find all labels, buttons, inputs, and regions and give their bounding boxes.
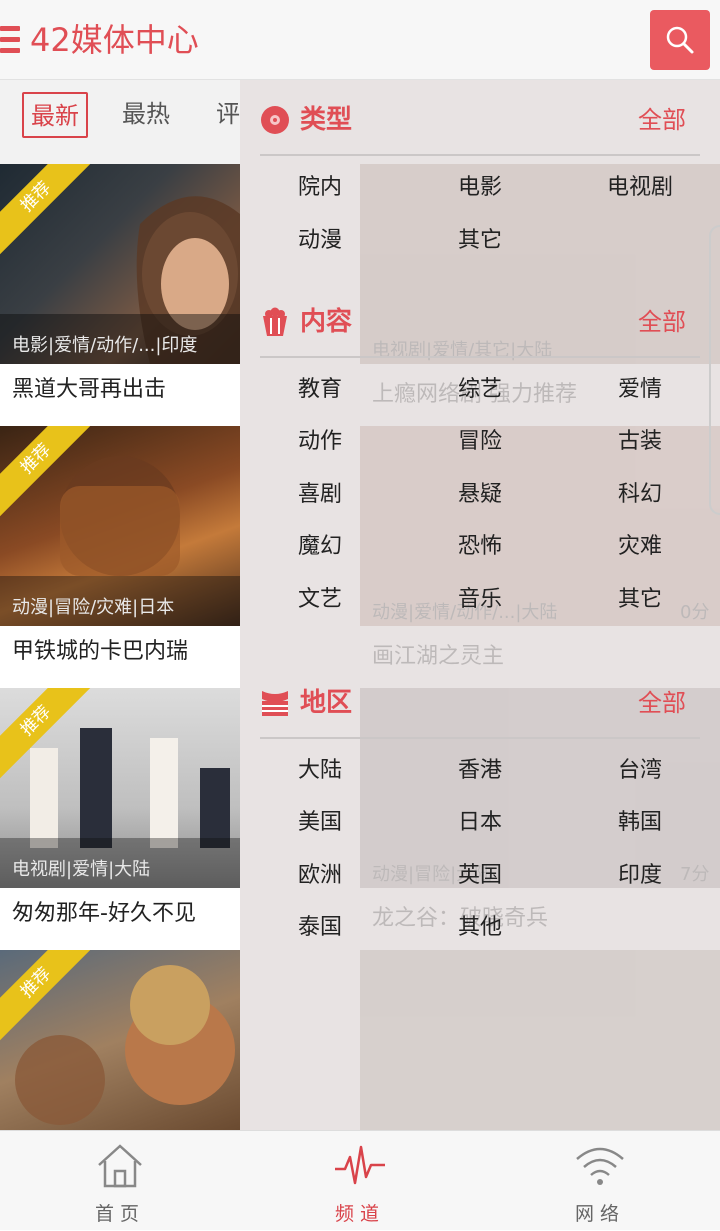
region-option[interactable]: 日本: [420, 807, 540, 839]
region-option[interactable]: 美国: [260, 807, 380, 839]
type-option[interactable]: 动漫: [260, 225, 380, 257]
section-content-header: 内容 全部: [260, 288, 700, 358]
app-title: 42媒体中心: [30, 21, 199, 59]
nav-channel[interactable]: 频道: [240, 1131, 480, 1231]
app-header: 42媒体中心: [0, 0, 720, 80]
type-option[interactable]: 电影: [420, 172, 540, 204]
search-icon: [666, 26, 694, 54]
section-region-title: 地区: [300, 688, 353, 718]
content-option[interactable]: 爱情: [580, 374, 700, 406]
tab-latest[interactable]: 最新: [22, 92, 88, 138]
panel-scroll-handle[interactable]: [709, 225, 720, 515]
video-title[interactable]: 甲铁城的卡巴内瑞: [0, 626, 240, 688]
content-option[interactable]: 文艺: [260, 584, 380, 616]
content-option[interactable]: 动作: [260, 426, 380, 458]
section-region-header: 地区 全部: [260, 669, 700, 739]
content-option[interactable]: 古装: [580, 426, 700, 458]
video-title[interactable]: 黑道大哥再出击: [0, 364, 240, 426]
content-option[interactable]: 其它: [580, 584, 700, 616]
section-type-title: 类型: [300, 105, 353, 135]
region-option[interactable]: 印度: [580, 860, 700, 892]
bg-title: 画江湖之灵主: [372, 644, 505, 669]
section-content-title: 内容: [300, 307, 353, 337]
region-option[interactable]: 其他: [420, 912, 540, 944]
content-option[interactable]: 音乐: [420, 584, 540, 616]
tab-hottest[interactable]: 最热: [122, 92, 170, 138]
video-list: 推荐 电影|爱情/动作/...|印度 黑道大哥再出击 推荐 动漫|冒险/灾难|日…: [0, 164, 240, 1130]
region-option[interactable]: 英国: [420, 860, 540, 892]
nav-network-label: 网络: [574, 1203, 625, 1225]
type-option[interactable]: 电视剧: [580, 172, 700, 204]
section-type-header: 类型 全部: [260, 86, 700, 156]
video-caption: 电视剧|爱情|大陆: [12, 859, 151, 880]
content-option[interactable]: 科幻: [580, 479, 700, 511]
type-option[interactable]: 院内: [260, 172, 380, 204]
region-option[interactable]: 大陆: [260, 755, 380, 787]
bottom-nav: 首页 频道 网络: [0, 1130, 720, 1230]
popcorn-icon: [263, 307, 287, 336]
home-icon: [98, 1144, 142, 1188]
video-title[interactable]: 匆匆那年-好久不见: [0, 888, 240, 950]
video-thumbnail[interactable]: 推荐 电视剧|爱情|大陆: [0, 688, 240, 888]
content-option[interactable]: 综艺: [420, 374, 540, 406]
content-option[interactable]: 教育: [260, 374, 380, 406]
video-thumbnail[interactable]: 推荐 动漫|冒险/灾难|日本: [0, 426, 240, 626]
type-option[interactable]: 其它: [420, 225, 540, 257]
content-option[interactable]: 恐怖: [420, 531, 540, 563]
content-all-button[interactable]: 全部: [638, 302, 686, 342]
region-option[interactable]: 泰国: [260, 912, 380, 944]
nav-network[interactable]: 网络: [480, 1131, 720, 1231]
region-all-button[interactable]: 全部: [638, 683, 686, 723]
menu-icon[interactable]: [0, 24, 22, 56]
video-caption: 动漫|冒险/灾难|日本: [12, 597, 175, 618]
region-option[interactable]: 韩国: [580, 807, 700, 839]
tab-rating[interactable]: 评: [216, 92, 240, 138]
region-option[interactable]: 欧洲: [260, 860, 380, 892]
nav-home[interactable]: 首页: [0, 1131, 240, 1231]
filter-panel: 电视剧|爱情/其它|大陆 上瘾网络剧 强力推荐 动漫|爱情/动作/...|大陆 …: [240, 80, 720, 1130]
disc-icon: [261, 106, 289, 134]
region-option[interactable]: 台湾: [580, 755, 700, 787]
wifi-icon: [576, 1147, 624, 1185]
video-thumbnail[interactable]: 推荐: [0, 950, 240, 1130]
search-button[interactable]: [650, 10, 710, 70]
content-option[interactable]: 喜剧: [260, 479, 380, 511]
flag-icon: [262, 691, 288, 716]
content-option[interactable]: 悬疑: [420, 479, 540, 511]
nav-channel-label: 频道: [334, 1203, 385, 1225]
content-option[interactable]: 冒险: [420, 426, 540, 458]
nav-home-label: 首页: [94, 1203, 145, 1225]
content-option[interactable]: 魔幻: [260, 531, 380, 563]
video-thumbnail[interactable]: 推荐 电影|爱情/动作/...|印度: [0, 164, 240, 364]
region-option[interactable]: 香港: [420, 755, 540, 787]
type-all-button[interactable]: 全部: [638, 100, 686, 140]
video-caption: 电影|爱情/动作/...|印度: [12, 335, 198, 356]
content-option[interactable]: 灾难: [580, 531, 700, 563]
pulse-icon: [335, 1145, 385, 1185]
